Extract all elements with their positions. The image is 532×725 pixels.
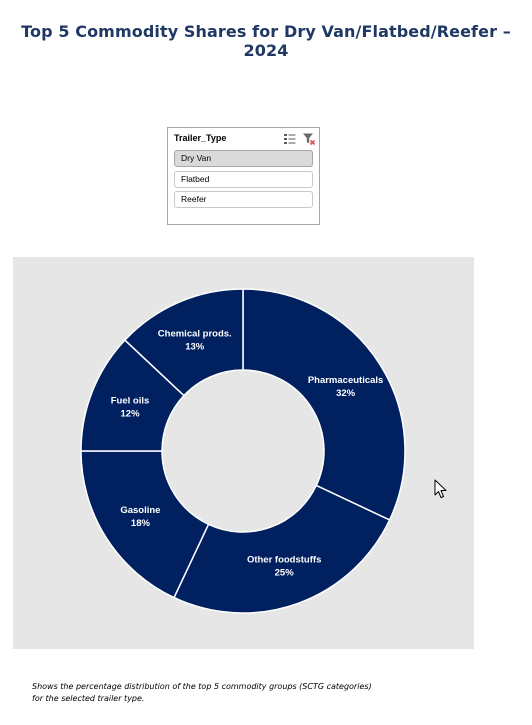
footnote: Shows the percentage distribution of the… bbox=[32, 681, 492, 705]
slicer-header: Trailer_Type bbox=[174, 132, 316, 147]
slice-pharmaceuticals[interactable] bbox=[242, 288, 406, 521]
slicer-item-dry-van[interactable]: Dry Van bbox=[174, 150, 313, 167]
clear-filter-icon[interactable] bbox=[302, 132, 316, 146]
doughnut-chart: Pharmaceuticals 32% Other foodstuffs 25% Gas… bbox=[80, 288, 406, 614]
slice-other-foodstuffs[interactable] bbox=[173, 484, 391, 614]
slice-label-gasoline: Gasoline bbox=[120, 505, 160, 516]
slicer-title: Trailer_Type bbox=[174, 133, 227, 143]
trailer-type-slicer: Trailer_Type Dry Van Flatbed Reefer bbox=[167, 127, 320, 225]
slice-value-pharmaceuticals: 32% bbox=[336, 388, 356, 399]
footnote-line-2: for the selected trailer type. bbox=[32, 694, 145, 703]
mouse-cursor-icon bbox=[434, 479, 447, 498]
slice-label-fuel-oils: Fuel oils bbox=[111, 395, 150, 406]
slice-label-other-foodstuffs: Other foodstuffs bbox=[247, 554, 321, 565]
slice-value-gasoline: 18% bbox=[131, 518, 151, 529]
slice-value-fuel-oils: 12% bbox=[121, 408, 141, 419]
footnote-line-1: Shows the percentage distribution of the… bbox=[32, 682, 372, 691]
slicer-item-reefer[interactable]: Reefer bbox=[174, 191, 313, 208]
slice-label-chemical-prods: Chemical prods. bbox=[158, 328, 232, 339]
slicer-item-flatbed[interactable]: Flatbed bbox=[174, 171, 313, 188]
multi-select-icon[interactable] bbox=[283, 132, 297, 146]
page-title: Top 5 Commodity Shares for Dry Van/Flatb… bbox=[21, 22, 511, 60]
slice-label-pharmaceuticals: Pharmaceuticals bbox=[308, 375, 384, 386]
slice-value-other-foodstuffs: 25% bbox=[275, 567, 295, 578]
slice-value-chemical-prods: 13% bbox=[185, 341, 205, 352]
chart-area: Pharmaceuticals 32% Other foodstuffs 25% Gas… bbox=[13, 257, 474, 649]
